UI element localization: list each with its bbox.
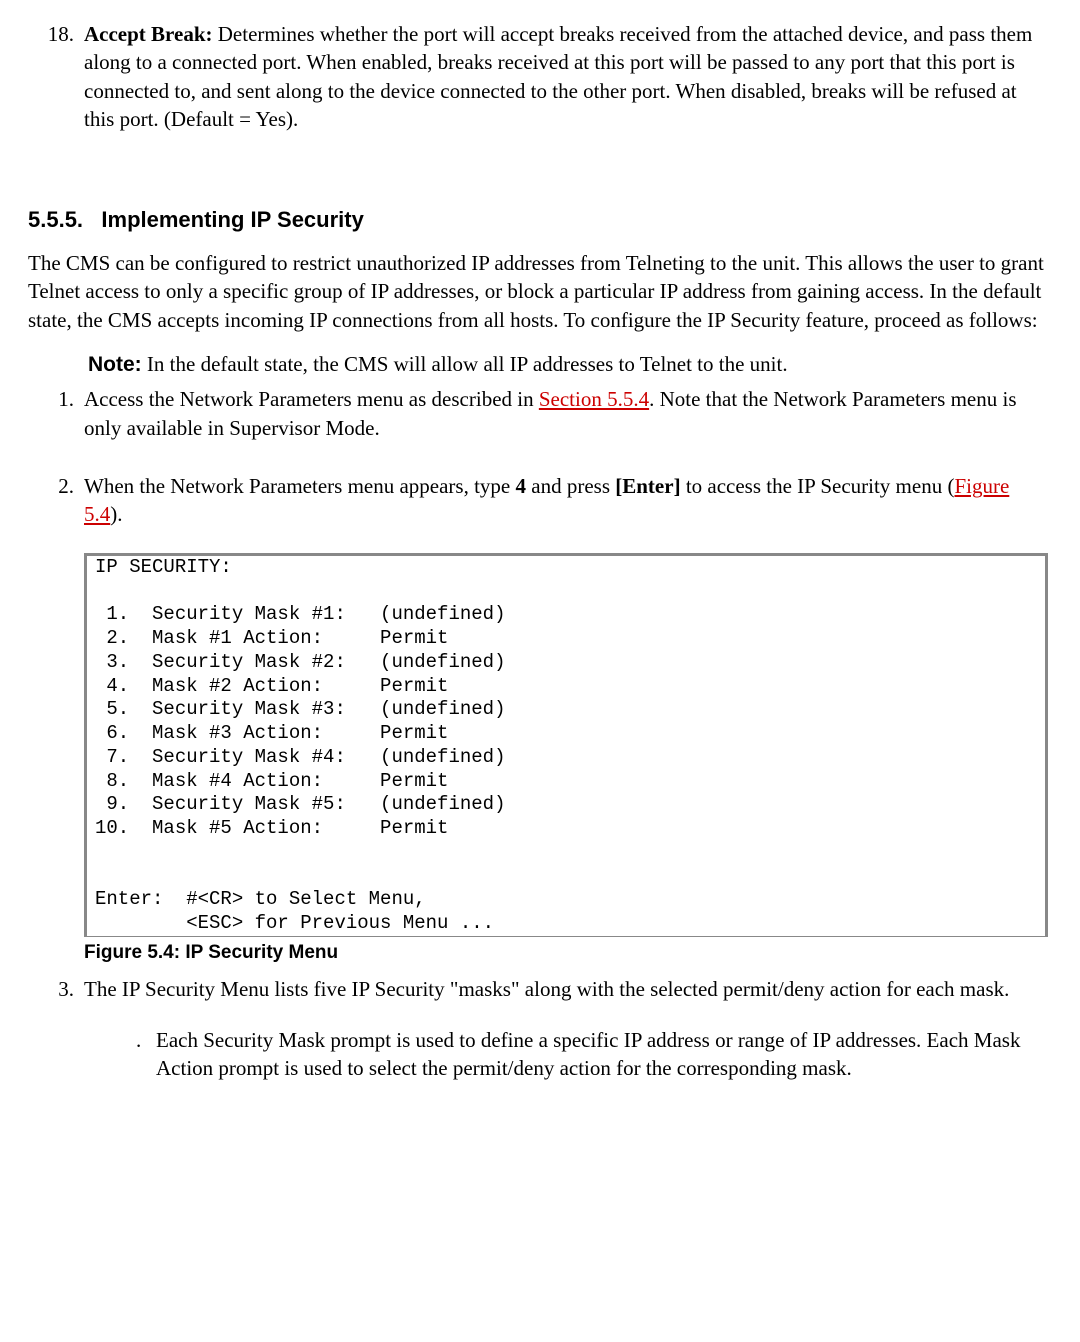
item-number: 18. — [28, 20, 84, 133]
item-content: Accept Break: Determines whether the por… — [84, 20, 1052, 133]
intro-paragraph: The CMS can be configured to restrict un… — [28, 249, 1052, 334]
step1-part1: Access the Network Parameters menu as de… — [84, 387, 539, 411]
step-content: Access the Network Parameters menu as de… — [84, 385, 1052, 442]
section-554-link[interactable]: Section 5.5.4 — [539, 387, 649, 411]
step2-bold2: [Enter] — [615, 474, 680, 498]
step2-bold1: 4 — [516, 474, 527, 498]
step-3: 3. The IP Security Menu lists five IP Se… — [28, 975, 1052, 1082]
step2-part4: ). — [110, 502, 122, 526]
section-title: Implementing IP Security — [101, 207, 363, 232]
steps-list-3: 3. The IP Security Menu lists five IP Se… — [28, 975, 1052, 1082]
step-number: 2. — [28, 472, 84, 529]
sub-text: Each Security Mask prompt is used to def… — [156, 1026, 1052, 1083]
step3-text: The IP Security Menu lists five IP Secur… — [84, 977, 1009, 1001]
note-text: In the default state, the CMS will allow… — [142, 352, 788, 376]
figure-caption: Figure 5.4: IP Security Menu — [84, 940, 1052, 966]
step-2: 2. When the Network Parameters menu appe… — [28, 472, 1052, 529]
step-content: The IP Security Menu lists five IP Secur… — [84, 975, 1052, 1082]
item-body: Determines whether the port will accept … — [84, 22, 1032, 131]
section-heading: 5.5.5. Implementing IP Security — [28, 205, 1052, 235]
sub-item: . Each Security Mask prompt is used to d… — [136, 1026, 1052, 1083]
step-1: 1. Access the Network Parameters menu as… — [28, 385, 1052, 442]
sub-list: . Each Security Mask prompt is used to d… — [136, 1026, 1052, 1083]
list-item-18: 18. Accept Break: Determines whether the… — [28, 20, 1052, 133]
step-content: When the Network Parameters menu appears… — [84, 472, 1052, 529]
steps-list: 1. Access the Network Parameters menu as… — [28, 385, 1052, 442]
note-block: Note: In the default state, the CMS will… — [88, 350, 1052, 379]
step2-part2: and press — [526, 474, 615, 498]
section-number: 5.5.5. — [28, 207, 83, 232]
item-title: Accept Break: — [84, 22, 218, 46]
step2-part3: to access the IP Security menu ( — [681, 474, 955, 498]
step-number: 3. — [28, 975, 84, 1082]
step2-part1: When the Network Parameters menu appears… — [84, 474, 516, 498]
step-number: 1. — [28, 385, 84, 442]
outer-list: 18. Accept Break: Determines whether the… — [28, 20, 1052, 133]
steps-list-2: 2. When the Network Parameters menu appe… — [28, 472, 1052, 529]
sub-dot: . — [136, 1026, 156, 1083]
note-label: Note: — [88, 353, 142, 376]
ip-security-menu-box: IP SECURITY: 1. Security Mask #1: (undef… — [84, 553, 1048, 937]
